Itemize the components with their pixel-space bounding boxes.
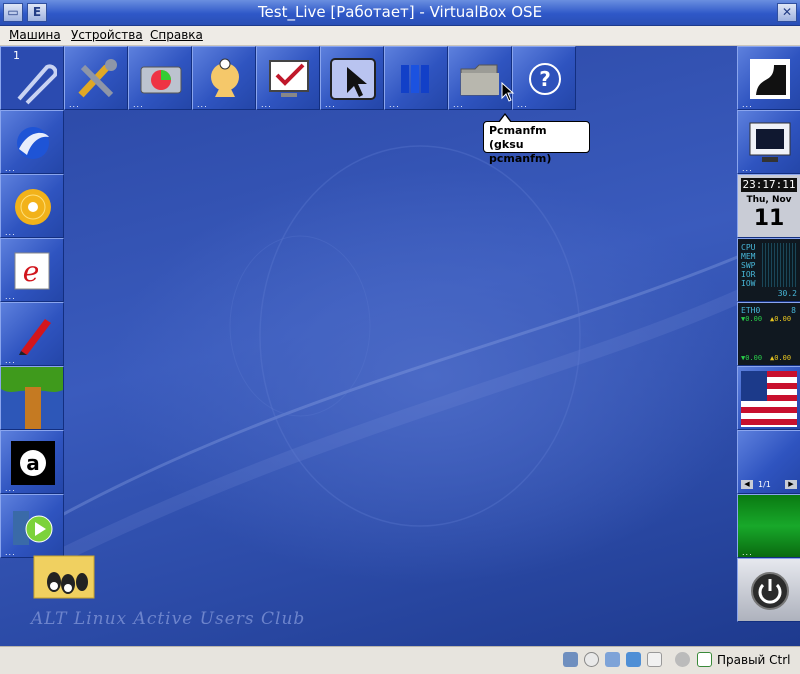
dock-workspace-pager[interactable]: 1 (0, 46, 64, 110)
e-mail-icon: e (14, 252, 50, 290)
dock-power[interactable] (737, 558, 800, 622)
dock-settings[interactable]: ... (64, 46, 128, 110)
clock-applet[interactable]: 23:17:11 Thu, Nov 11 (737, 174, 800, 238)
guest-desktop[interactable]: 1 ... ... ... ... ... ... ... ?... ... .… (0, 46, 800, 646)
dock-browser[interactable]: ... (0, 110, 64, 174)
cursor-icon (330, 58, 376, 100)
menu-help[interactable]: Справка (150, 28, 203, 42)
cpu-value: 30.2 (777, 289, 797, 298)
statusbar: Правый Ctrl (0, 646, 800, 674)
alt-linux-penguins-logo (33, 555, 95, 599)
dock-terminal[interactable]: ... (737, 46, 800, 110)
net-down-2: ▲0.00 (770, 354, 792, 362)
desktop-wallpaper-swoosh (36, 145, 743, 573)
svg-text:a: a (26, 451, 40, 475)
hostkey-arrow-icon (697, 652, 712, 667)
dock-a-app[interactable]: a... (0, 430, 64, 494)
books-icon (401, 65, 429, 93)
window-title: Test_Live [Работает] - VirtualBox OSE (257, 3, 543, 21)
cd-status-icon[interactable] (584, 652, 599, 667)
workspace-green-tile[interactable]: ... (737, 494, 800, 558)
clock-date: 11 (753, 206, 785, 231)
net-iface: ETH0 (741, 306, 761, 315)
mouse-integration-icon[interactable] (675, 652, 690, 667)
clock-time: 23:17:11 (741, 178, 797, 192)
pager-next-icon[interactable]: ▶ (785, 480, 797, 489)
a-letter-icon: a (11, 441, 55, 485)
power-icon (751, 572, 789, 610)
help-icon: ? (529, 63, 561, 95)
cpu-labels: CPU MEM SWP IOR IOW (741, 243, 756, 288)
net-count: 8 (791, 306, 796, 315)
menu-machine[interactable]: Машина (9, 28, 61, 42)
dock-library[interactable]: ... (384, 46, 448, 110)
net-down: ▲0.00 (770, 315, 792, 323)
cpu-monitor-applet[interactable]: CPU MEM SWP IOR IOW 30.2 (737, 238, 800, 302)
clock-day: Thu, Nov (746, 195, 792, 205)
cd-icon (15, 189, 51, 225)
menu-devices[interactable]: Устройства (71, 28, 143, 42)
net-up: ▼0.00 (741, 315, 763, 323)
mouse-cursor-icon (501, 82, 515, 102)
svg-text:?: ? (539, 67, 551, 91)
monitor-check-icon (269, 60, 309, 97)
close-icon[interactable]: ✕ (777, 3, 797, 22)
terminal-icon (750, 59, 790, 99)
dock-disk-utility[interactable]: ... (128, 46, 192, 110)
dock-mail[interactable]: e... (0, 238, 64, 302)
dock-cd-player[interactable]: ... (0, 174, 64, 238)
monitor-icon (749, 122, 791, 162)
dock-pointer-tool[interactable]: ... (320, 46, 384, 110)
dock-monitor[interactable]: ... (737, 110, 800, 174)
tooltip-line-1: Pcmanfm (489, 124, 547, 137)
network-status-icon[interactable] (605, 652, 620, 667)
desktop-pager-applet[interactable]: ◀ 1/1 ▶ (737, 430, 800, 494)
seamonkey-icon (17, 127, 49, 159)
paperclip-icon (17, 64, 57, 105)
pager-label: 1/1 (758, 480, 771, 489)
cpu-bars (762, 243, 797, 287)
network-monitor-applet[interactable]: ETH0 8 ▼0.00 ▲0.00 ▼0.00 ▲0.00 (737, 302, 800, 366)
dock-checklist[interactable]: ... (256, 46, 320, 110)
menubar: Машина Устройства Справка (0, 26, 800, 46)
dock-tree[interactable] (0, 366, 64, 430)
host-key-label: Правый Ctrl (717, 653, 791, 667)
tools-icon (78, 59, 117, 98)
usb-status-icon[interactable] (647, 652, 662, 667)
dock-video-player[interactable]: ... (0, 494, 64, 558)
net-up-2: ▼0.00 (741, 354, 763, 362)
harddisk-status-icon[interactable] (563, 652, 578, 667)
film-play-icon (13, 511, 53, 545)
us-flag-icon (741, 371, 797, 427)
doctor-icon (211, 58, 239, 97)
svg-text:e: e (23, 255, 40, 288)
folder-icon (460, 64, 499, 96)
tooltip: Pcmanfm (gksu pcmanfm) (483, 113, 590, 165)
shared-folder-status-icon[interactable] (626, 652, 641, 667)
harddisk-icon (140, 66, 182, 94)
dock-editor[interactable]: ... (0, 302, 64, 366)
pen-icon (19, 319, 51, 355)
tree-icon (1, 367, 63, 429)
tooltip-line-2: (gksu pcmanfm) (489, 138, 552, 165)
window-titlebar[interactable]: ▭ E Test_Live [Работает] - VirtualBox OS… (0, 0, 800, 26)
dock-doctor[interactable]: ... (192, 46, 256, 110)
dock-help[interactable]: ?... (512, 46, 576, 110)
keyboard-layout-applet[interactable] (737, 366, 800, 430)
desktop-watermark: ALT Linux Active Users Club (31, 609, 306, 629)
pager-prev-icon[interactable]: ◀ (741, 480, 753, 489)
